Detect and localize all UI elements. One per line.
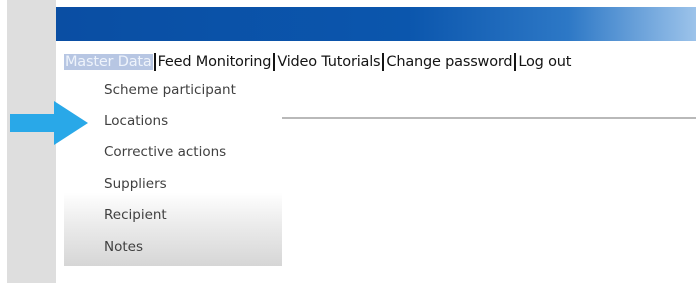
nav-separator — [273, 53, 276, 71]
menu-item-suppliers[interactable]: Suppliers — [104, 176, 167, 192]
menu-item-notes[interactable]: Notes — [104, 239, 143, 255]
right-arrow-icon — [10, 101, 88, 145]
menu-item-corrective-actions[interactable]: Corrective actions — [104, 144, 226, 160]
menu-item-locations[interactable]: Locations — [104, 113, 168, 129]
nav-item-feed-monitoring[interactable]: Feed Monitoring — [157, 54, 273, 70]
page: Master Data Feed Monitoring Video Tutori… — [0, 0, 696, 293]
content-divider — [282, 117, 696, 119]
top-nav: Master Data Feed Monitoring Video Tutori… — [64, 52, 572, 72]
nav-separator — [153, 53, 156, 71]
nav-item-master-data[interactable]: Master Data — [64, 54, 153, 70]
nav-separator — [514, 53, 517, 71]
nav-item-change-password[interactable]: Change password — [385, 54, 513, 70]
nav-separator — [382, 53, 385, 71]
header-bar — [56, 7, 696, 41]
nav-item-log-out[interactable]: Log out — [517, 54, 572, 70]
master-data-dropdown-menu: Scheme participant Locations Corrective … — [64, 72, 282, 266]
menu-item-recipient[interactable]: Recipient — [104, 207, 167, 223]
nav-item-video-tutorials[interactable]: Video Tutorials — [276, 54, 381, 70]
menu-item-scheme-participant[interactable]: Scheme participant — [104, 82, 236, 98]
